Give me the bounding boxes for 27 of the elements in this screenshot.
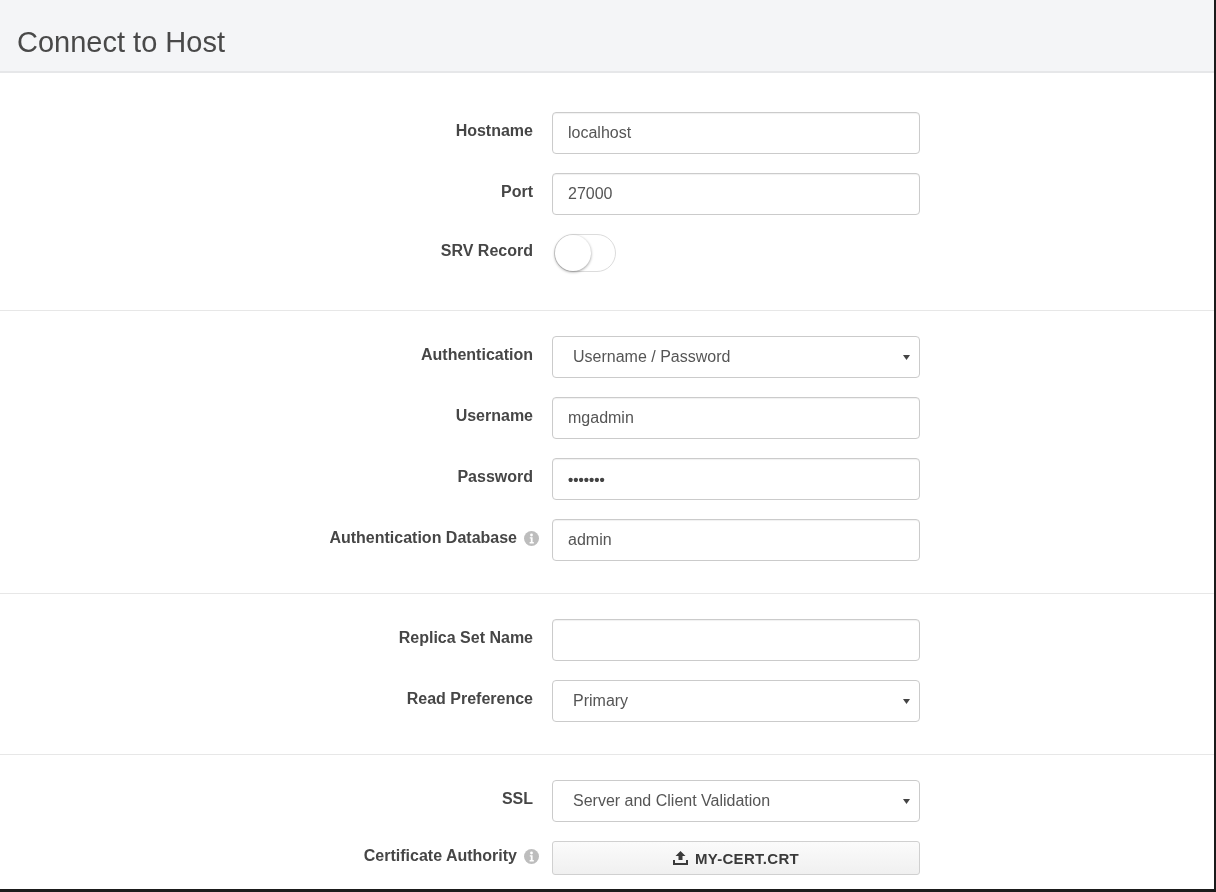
dropdown-select[interactable]: Server and Client Validation (552, 780, 920, 822)
text-field[interactable]: localhost (552, 112, 920, 154)
field-label: Hostname (455, 122, 533, 140)
field-label: SSL (501, 790, 533, 808)
field-label: Authentication Database (329, 529, 517, 547)
field-label: Authentication (421, 346, 533, 364)
upload-icon (672, 851, 688, 865)
text-field[interactable]: 27000 (552, 173, 920, 215)
field-label: SRV Record (440, 242, 533, 260)
text-field[interactable]: mgadmin (552, 397, 920, 439)
field-label: Password (457, 468, 533, 486)
caret-icon (903, 698, 910, 704)
file-upload-button[interactable]: MY-CERT.CRT (552, 841, 920, 875)
field-label: Username (455, 407, 533, 425)
page-title: Connect to Host (17, 26, 225, 59)
caret-icon (903, 354, 910, 360)
field-label: Read Preference (406, 690, 533, 708)
field-label: Replica Set Name (398, 629, 533, 647)
text-field[interactable] (552, 619, 920, 661)
dropdown-select[interactable]: Username / Password (552, 336, 920, 378)
caret-icon (903, 798, 910, 804)
toggle-switch[interactable] (554, 234, 616, 272)
dropdown-select[interactable]: Primary (552, 680, 920, 722)
field-label: Port (501, 183, 533, 201)
text-field[interactable]: admin (552, 519, 920, 561)
field-label: Certificate Authority (363, 847, 517, 865)
password-field[interactable]: ••••••• (552, 458, 920, 500)
